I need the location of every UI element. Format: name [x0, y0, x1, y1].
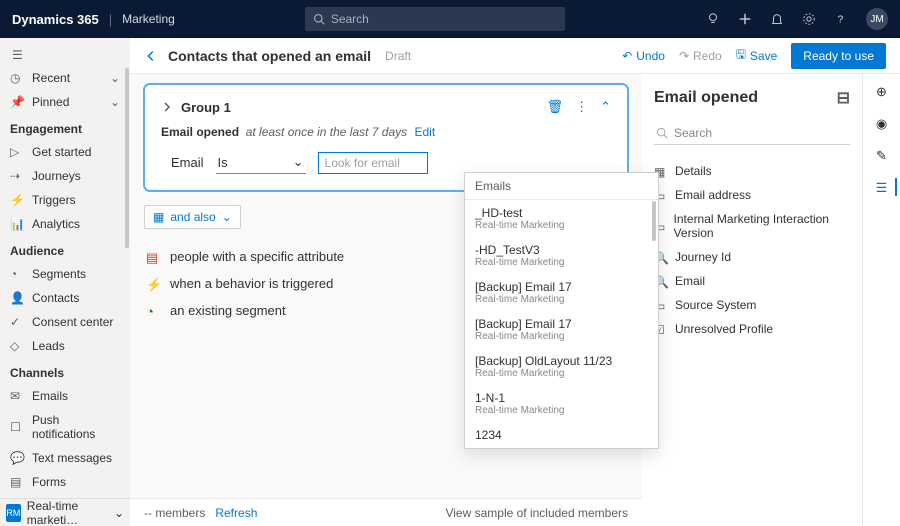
dropdown-item[interactable]: _HD-testReal-time Marketing — [465, 200, 658, 237]
area-label: Marketing — [122, 12, 175, 26]
status-label: Draft — [385, 49, 411, 63]
nav-contacts[interactable]: 👤Contacts — [0, 286, 130, 310]
scrollbar[interactable] — [652, 201, 656, 241]
undo-button[interactable]: ↶ Undo — [622, 49, 665, 63]
nav-triggers[interactable]: ⚡Triggers — [0, 188, 130, 212]
section-channels: Channels — [0, 358, 130, 384]
delete-icon[interactable]: 🗑 — [547, 99, 564, 115]
save-button[interactable]: 🖫 Save — [736, 45, 778, 66]
properties-panel: Email opened ⊟ Search ▦Details ▭Email add… — [642, 74, 862, 526]
dropdown-item[interactable]: 1-N-1Real-time Marketing — [465, 385, 658, 422]
dropdown-item[interactable]: 1234 — [465, 422, 658, 448]
nav-text[interactable]: 💬Text messages — [0, 446, 130, 470]
chevron-down-icon: ⌄ — [110, 71, 120, 85]
condition-summary: Email opened at least once in the last 7… — [161, 125, 611, 139]
section-engagement: Engagement — [0, 114, 130, 140]
rail-elements-icon[interactable]: ☰ — [876, 180, 888, 196]
rail-add-icon[interactable]: ⊕ — [876, 84, 887, 100]
global-search[interactable]: Search — [305, 7, 565, 31]
nav-segments[interactable]: ◔Segments — [0, 262, 130, 286]
more-icon[interactable]: ⋮ — [575, 99, 588, 115]
dropdown-item[interactable]: [Backup] Email 17Real-time Marketing — [465, 311, 658, 348]
redo-button[interactable]: ↷ Redo — [679, 49, 722, 63]
help-icon[interactable]: ? — [834, 12, 848, 26]
nav-consent[interactable]: ✓Consent center — [0, 310, 130, 334]
search-icon — [313, 13, 325, 25]
rail-settings-icon[interactable]: ◉ — [876, 116, 887, 132]
panel-toggle-icon[interactable]: ⊟ — [837, 88, 850, 108]
member-count: -- members — [144, 506, 205, 520]
refresh-link[interactable]: Refresh — [215, 506, 257, 520]
dropdown-item[interactable]: [Backup] OldLayout 11/23Real-time Market… — [465, 348, 658, 385]
lightbulb-icon[interactable] — [706, 12, 720, 26]
ready-button[interactable]: Ready to use — [791, 43, 886, 69]
attribute-label: Email — [171, 155, 204, 170]
section-audience: Audience — [0, 236, 130, 262]
gear-icon[interactable] — [802, 12, 816, 26]
back-button[interactable] — [144, 49, 158, 63]
chevron-down-icon: ⌄ — [114, 506, 124, 520]
collapse-icon[interactable]: ⌃ — [600, 99, 611, 115]
nav-analytics[interactable]: 📊Analytics — [0, 212, 130, 236]
panel-item-details[interactable]: ▦Details — [654, 159, 850, 183]
nav-emails[interactable]: ✉Emails — [0, 384, 130, 408]
panel-item-email-address[interactable]: ▭Email address — [654, 183, 850, 207]
svg-text:?: ? — [838, 14, 844, 26]
builder-footer: -- members Refresh View sample of includ… — [130, 498, 642, 526]
panel-search[interactable]: Search — [654, 122, 850, 145]
operator-select[interactable]: Is⌄ — [216, 151, 306, 174]
view-sample-link[interactable]: View sample of included members — [445, 506, 628, 520]
panel-item-email[interactable]: 🔍Email — [654, 269, 850, 293]
dropdown-header: Emails — [465, 173, 658, 200]
page-title: Contacts that opened an email — [168, 48, 371, 64]
panel-item-source[interactable]: ▭Source System — [654, 293, 850, 317]
brand: Dynamics 365 — [12, 12, 99, 27]
dropdown-item[interactable]: -HD_TestV3Real-time Marketing — [465, 237, 658, 274]
page-header: Contacts that opened an email Draft ↶ Un… — [130, 38, 900, 74]
left-nav: ☰ ◷Recent⌄ 📌Pinned⌄ Engagement ▷Get star… — [0, 38, 130, 526]
panel-item-unresolved[interactable]: ☑Unresolved Profile — [654, 317, 850, 341]
and-also-button[interactable]: ▦and also⌄ — [144, 205, 241, 229]
search-icon — [656, 127, 668, 139]
nav-get-started[interactable]: ▷Get started — [0, 140, 130, 164]
avatar[interactable]: JM — [866, 8, 888, 30]
hamburger-icon[interactable]: ☰ — [0, 44, 130, 66]
panel-item-journey[interactable]: 🔍Journey Id — [654, 245, 850, 269]
nav-journeys[interactable]: ⇢Journeys — [0, 164, 130, 188]
nav-forms[interactable]: ▤Forms — [0, 470, 130, 494]
rail-inspect-icon[interactable]: ✎ — [876, 148, 887, 164]
area-switcher[interactable]: RM Real-time marketi… ⌄ — [0, 498, 130, 526]
nav-leads[interactable]: ◇Leads — [0, 334, 130, 358]
panel-item-interaction[interactable]: ▭Internal Marketing Interaction Version — [654, 207, 850, 245]
email-dropdown: Emails _HD-testReal-time Marketing -HD_T… — [464, 172, 659, 449]
chevron-down-icon: ⌄ — [222, 210, 232, 224]
chevron-right-icon[interactable] — [161, 101, 173, 113]
nav-recent[interactable]: ◷Recent⌄ — [0, 66, 130, 90]
bell-icon[interactable] — [770, 12, 784, 26]
right-rail: ⊕ ◉ ✎ ☰ — [862, 74, 900, 526]
panel-title: Email opened — [654, 89, 758, 107]
group-title: Group 1 — [181, 100, 231, 115]
top-bar: Dynamics 365 | Marketing Search ? JM — [0, 0, 900, 38]
edit-link[interactable]: Edit — [414, 125, 435, 139]
email-lookup-input[interactable] — [318, 152, 428, 174]
chevron-down-icon: ⌄ — [110, 95, 120, 109]
dropdown-item[interactable]: [Backup] Email 17Real-time Marketing — [465, 274, 658, 311]
add-icon[interactable] — [738, 12, 752, 26]
nav-push[interactable]: ☐Push notifications — [0, 408, 130, 446]
nav-pinned[interactable]: 📌Pinned⌄ — [0, 90, 130, 114]
segment-builder: Group 1 🗑 ⋮ ⌃ Email opened at least once… — [130, 74, 642, 526]
chevron-down-icon: ⌄ — [293, 154, 304, 170]
scrollbar[interactable] — [125, 68, 129, 248]
